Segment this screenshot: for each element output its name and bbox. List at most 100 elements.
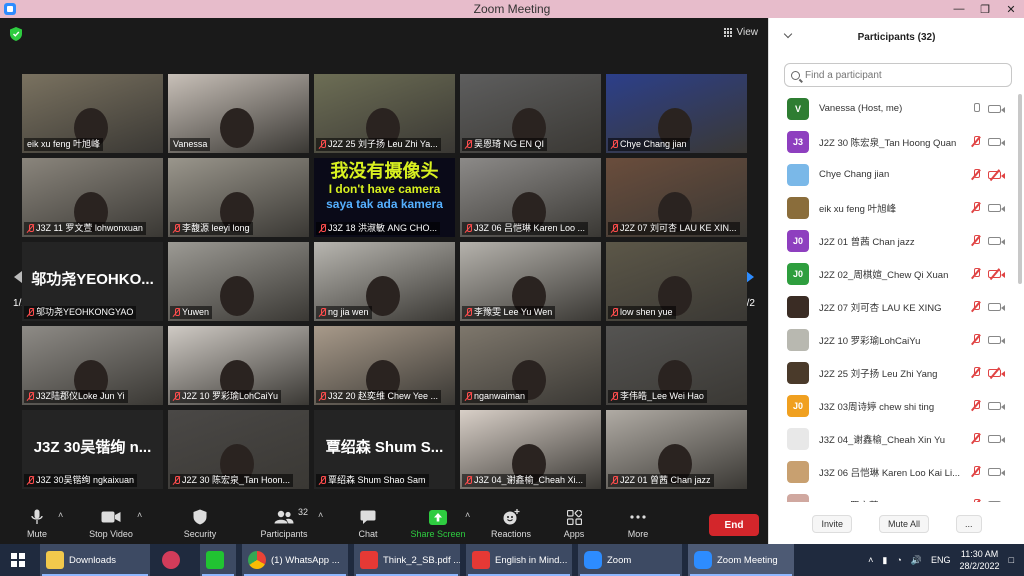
- security-button[interactable]: Security: [180, 506, 220, 544]
- mute-all-button[interactable]: Mute All: [878, 515, 929, 533]
- participant-row[interactable]: J2Z 10 罗彩瑜LohCaiYu: [769, 323, 1013, 356]
- mic-muted-icon: [319, 476, 326, 485]
- video-tile[interactable]: eik xu feng 叶旭峰: [22, 74, 163, 153]
- video-tile[interactable]: J3Z 04_谢鑫榆_Cheah Xi...: [460, 410, 601, 489]
- mute-button[interactable]: Mute: [20, 506, 54, 544]
- windows-taskbar: Downloads (1) WhatsApp ... Think_2_SB.pd…: [0, 544, 1024, 576]
- video-options-caret[interactable]: ˄: [137, 510, 142, 520]
- tile-name-label: Yuwen: [170, 306, 213, 319]
- avatar: [787, 196, 809, 219]
- share-screen-button[interactable]: Share Screen: [408, 506, 468, 544]
- window-title: Zoom Meeting: [473, 2, 551, 16]
- video-tile[interactable]: low shen yue: [606, 242, 747, 321]
- no-camera-text: 我没有摄像头: [330, 161, 439, 181]
- maximize-button[interactable]: ❐: [972, 0, 998, 18]
- battery-icon[interactable]: ▮: [882, 555, 887, 566]
- video-tile[interactable]: 李馥源 leeyi long: [168, 158, 309, 237]
- collapse-chevron-icon[interactable]: [783, 29, 793, 39]
- shield-icon[interactable]: [10, 27, 22, 41]
- participant-name: J2Z 02_周棋媗_Chew Qi Xuan: [819, 269, 949, 281]
- taskbar-zoom-meeting[interactable]: Zoom Meeting: [688, 544, 794, 576]
- video-tile[interactable]: J3Z 20 赵奕维 Chew Yee ...: [314, 326, 455, 405]
- view-button[interactable]: View: [723, 27, 758, 38]
- participants-options-caret[interactable]: ˄: [318, 510, 323, 520]
- start-button[interactable]: [0, 544, 36, 576]
- video-tile[interactable]: J2Z 01 曾茜 Chan jazz: [606, 410, 747, 489]
- participant-row[interactable]: J2Z 25 刘子扬 Leu Zhi Yang: [769, 356, 1013, 389]
- minimize-button[interactable]: —: [946, 0, 972, 18]
- video-tile[interactable]: 李豫雯 Lee Yu Wen: [460, 242, 601, 321]
- end-meeting-button[interactable]: End: [709, 514, 759, 536]
- video-tile[interactable]: Yuwen: [168, 242, 309, 321]
- participant-row[interactable]: eik xu feng 叶旭峰: [769, 191, 1013, 224]
- mic-muted-icon: [972, 235, 980, 246]
- video-tile[interactable]: ng jia wen: [314, 242, 455, 321]
- participant-search-input[interactable]: [805, 69, 995, 81]
- mic-muted-icon: [173, 392, 180, 401]
- taskbar-think-pdf[interactable]: Think_2_SB.pdf ...: [354, 544, 460, 576]
- apps-button[interactable]: Apps: [558, 506, 590, 544]
- volume-icon[interactable]: 🔊: [911, 555, 922, 566]
- video-tile[interactable]: 邬功尧YEOHKO... 邬功尧YEOHKONGYAO: [22, 242, 163, 321]
- tile-name: 李豫雯 Lee Yu Wen: [474, 307, 553, 317]
- participant-row[interactable]: J3 J2Z 30 陈宏泉_Tan Hoong Quan: [769, 125, 1013, 158]
- participant-row[interactable]: J2Z 07 刘可杏 LAU KE XING: [769, 290, 1013, 323]
- video-tile[interactable]: 吴恩琦 NG EN QI: [460, 74, 601, 153]
- tile-name-label: 邬功尧YEOHKONGYAO: [24, 306, 137, 319]
- video-tile[interactable]: J2Z 25 刘子扬 Leu Zhi Ya...: [314, 74, 455, 153]
- stop-video-button[interactable]: Stop Video: [84, 506, 138, 544]
- video-tile[interactable]: J2Z 07 刘可杏 LAU KE XIN...: [606, 158, 747, 237]
- share-options-caret[interactable]: ˄: [465, 510, 470, 520]
- video-tile[interactable]: J3Z 06 吕恺琳 Karen Loo ...: [460, 158, 601, 237]
- chat-button[interactable]: Chat: [354, 506, 382, 544]
- video-tile[interactable]: 我没有摄像头 I don't have camera saya tak ada ka…: [314, 158, 455, 237]
- notifications-icon[interactable]: □: [1009, 555, 1014, 565]
- video-tile[interactable]: J2Z 10 罗彩瑜LohCaiYu: [168, 326, 309, 405]
- participant-name: J3Z 11 罗文萱 lohwonxuan: [819, 498, 969, 503]
- taskbar-zoom[interactable]: Zoom: [578, 544, 682, 576]
- more-button[interactable]: More: [622, 506, 654, 544]
- language-indicator[interactable]: ENG: [931, 555, 951, 565]
- participant-search-box[interactable]: [784, 63, 1012, 87]
- video-tile[interactable]: nganwaiman: [460, 326, 601, 405]
- taskbar-snipping-tool[interactable]: [156, 544, 186, 576]
- participant-row[interactable]: J0 J2Z 02_周棋媗_Chew Qi Xuan: [769, 257, 1013, 290]
- video-tile[interactable]: 覃绍森 Shum S... 覃绍森 Shum Shao Sam: [314, 410, 455, 489]
- invite-button[interactable]: Invite: [812, 515, 852, 533]
- tile-name: J2Z 07 刘可杏 LAU KE XIN...: [620, 223, 737, 233]
- avatar: [787, 295, 809, 318]
- participant-row[interactable]: J3Z 06 吕恺琳 Karen Loo Kai Li...: [769, 455, 1013, 488]
- tile-name: J3Z 20 赵奕维 Chew Yee ...: [328, 391, 439, 401]
- video-tile[interactable]: Vanessa: [168, 74, 309, 153]
- participant-row[interactable]: J0 J2Z 01 曾茜 Chan jazz: [769, 224, 1013, 257]
- video-tile[interactable]: J2Z 30 陈宏泉_Tan Hoon...: [168, 410, 309, 489]
- mic-muted-icon: [173, 224, 180, 233]
- participants-panel: Participants (32) VVanessa (Host, me)J3J…: [768, 18, 1024, 544]
- video-tile[interactable]: J3Z 11 罗文萱 lohwonxuan: [22, 158, 163, 237]
- participant-row[interactable]: J0 J3Z 03周诗婷 chew shi ting: [769, 389, 1013, 422]
- taskbar-english-pdf[interactable]: English in Mind...: [466, 544, 572, 576]
- participant-row[interactable]: Chye Chang jian: [769, 158, 1013, 191]
- mute-label: Mute: [26, 529, 47, 539]
- apps-grid-icon: [566, 509, 582, 525]
- tray-overflow-icon[interactable]: ˄: [868, 555, 873, 565]
- tile-name-label: 李伟皓_Lee Wei Hao: [608, 390, 707, 403]
- reactions-button[interactable]: Reactions: [488, 506, 534, 544]
- wifi-icon[interactable]: ◔: [896, 555, 901, 565]
- participant-row[interactable]: V Vanessa (Host, me): [769, 92, 1013, 125]
- close-button[interactable]: ✕: [998, 0, 1024, 18]
- taskbar-line-app[interactable]: [200, 544, 236, 576]
- participant-list-scrollbar[interactable]: [1018, 94, 1022, 284]
- clock[interactable]: 11:30 AM 28/2/2022: [960, 548, 1000, 572]
- video-tile[interactable]: 李伟皓_Lee Wei Hao: [606, 326, 747, 405]
- taskbar-whatsapp[interactable]: (1) WhatsApp ...: [242, 544, 348, 576]
- video-off-icon: [988, 368, 1005, 377]
- video-tile[interactable]: J3Z陆郡仪Loke Jun Yi: [22, 326, 163, 405]
- participant-row[interactable]: J3Z 04_谢鑫榆_Cheah Xin Yu: [769, 422, 1013, 455]
- panel-more-button[interactable]: ...: [955, 515, 982, 533]
- mute-options-caret[interactable]: ˄: [58, 510, 63, 520]
- taskbar-downloads[interactable]: Downloads: [40, 544, 150, 576]
- video-tile[interactable]: Chye Chang jian: [606, 74, 747, 153]
- video-tile[interactable]: J3Z 30吴锴绚 n... J3Z 30吴锴绚 ngkaixuan: [22, 410, 163, 489]
- participant-row[interactable]: J3Z 11 罗文萱 lohwonxuan: [769, 488, 1013, 502]
